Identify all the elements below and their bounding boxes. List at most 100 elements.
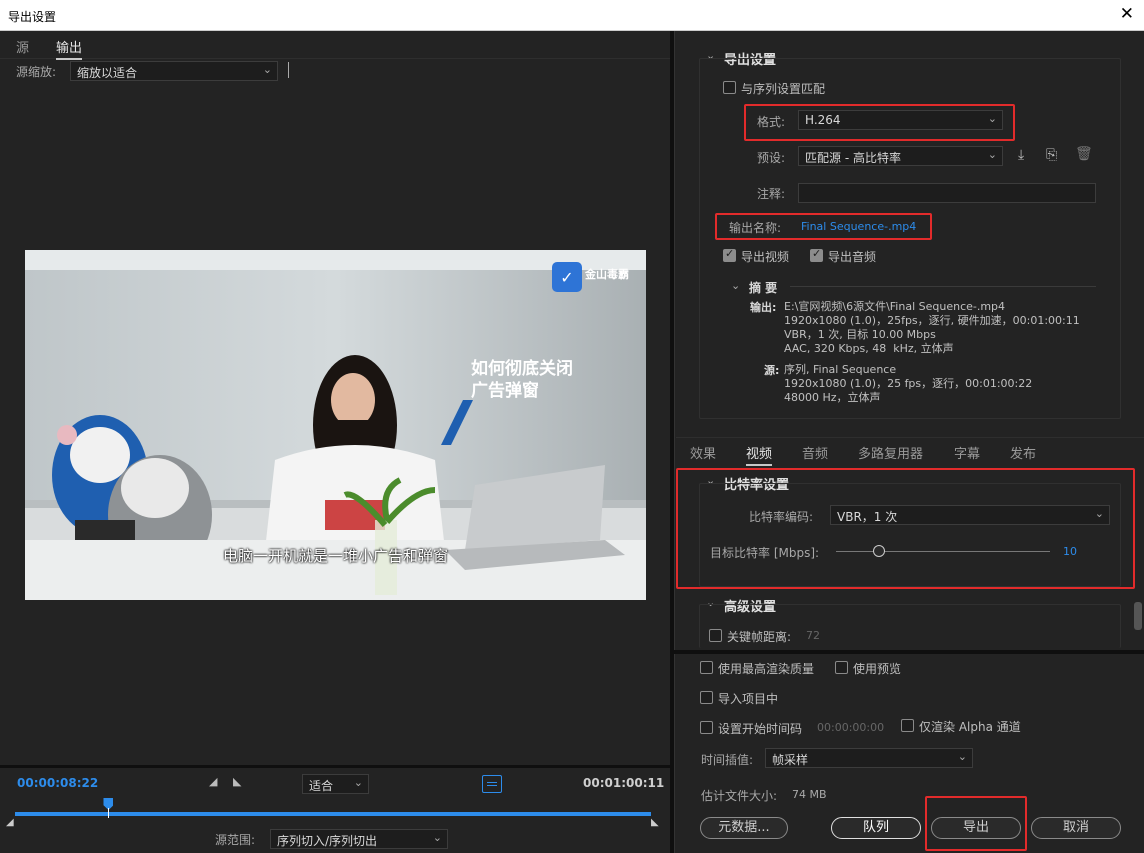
interp-select[interactable]: 帧采样 ⌄ [765,748,973,768]
summary-source-line: 序列, Final Sequence [784,363,897,376]
summary-collapse-icon[interactable]: ⌄ [731,279,740,292]
tab-effects[interactable]: 效果 [690,443,716,462]
video-preview: ✓ 如何彻底关闭 广告弹窗 金山毒霸 电脑一开机就是一堆小广告和弹窗 [25,250,646,600]
alpha-only-checkbox[interactable] [901,719,914,732]
interp-value: 帧采样 [772,753,809,767]
playhead-line [108,808,109,818]
preset-value: 匹配源 - 高比特率 [805,151,901,165]
chevron-down-icon: ⌄ [987,148,997,161]
mark-in-icon[interactable]: ◢ [209,775,217,788]
settings-tabs: 效果 视频 音频 多路复用器 字幕 发布 [676,437,1144,466]
summary-output-line: AAC, 320 Kbps, 48 kHz, 立体声 [784,342,954,355]
timeline-divider [0,765,670,768]
keyframe-value: 72 [806,629,820,642]
summary-output-line: VBR，1 次, 目标 10.00 Mbps [784,328,936,341]
queue-button[interactable]: 队列 [831,817,921,839]
export-video-label: 导出视频 [741,250,790,264]
export-audio-label: 导出音频 [828,250,877,264]
tab-audio[interactable]: 音频 [802,443,828,462]
summary-heading: 摘 要 [749,281,778,295]
highlight-output-name [715,213,932,240]
start-timecode-value: 00:00:00:00 [817,721,885,734]
zoom-value: 缩放以适合 [77,66,138,80]
chevron-down-icon: ⌄ [353,776,363,789]
alpha-only-label: 仅渲染 Alpha 通道 [919,720,1021,734]
fit-select[interactable]: 适合 ⌄ [302,774,369,794]
tab-output[interactable]: 输出 [56,37,83,60]
trash-icon[interactable]: 🗑 [1075,146,1093,162]
video-title-overlay: 如何彻底关闭 广告弹窗 [471,358,573,402]
range-start-icon[interactable]: ◢ [6,817,14,828]
preset-label: 预设: [757,151,786,165]
max-quality-label: 使用最高渲染质量 [718,662,815,676]
filesize-value: 74 MB [792,788,827,801]
range-end-icon[interactable]: ◣ [651,817,659,828]
tab-multiplexer[interactable]: 多路复用器 [858,443,923,462]
options-divider [674,650,1144,654]
timeline-bar[interactable] [15,812,651,816]
window-title: 导出设置 [8,10,57,24]
filesize-label: 估计文件大小: [701,789,778,803]
preset-select[interactable]: 匹配源 - 高比特率 ⌄ [798,146,1003,166]
export-audio-checkbox[interactable] [810,247,823,262]
zoom-label: 源缩放: [16,65,57,79]
import-preset-icon[interactable]: ⎘ [1046,147,1057,163]
cursor-divider [288,62,289,78]
export-video-checkbox[interactable] [723,247,736,262]
mark-out-icon[interactable]: ◣ [233,775,241,788]
highlight-bitrate [676,468,1135,589]
svg-text:✓: ✓ [560,268,573,287]
comment-input[interactable] [798,183,1096,203]
import-project-label: 导入项目中 [718,692,779,706]
summary-source-line: 1920x1080 (1.0)，25 fps，逐行，00:01:00:22 [784,377,1033,390]
interp-label: 时间插值: [701,753,754,767]
summary-output-line: 1920x1080 (1.0)，25fps，逐行, 硬件加速，00:01:00:… [784,314,1080,327]
video-title-line2: 广告弹窗 [471,381,539,401]
scrollbar-thumb[interactable] [1134,602,1142,630]
keyframe-label: 关键帧距离: [727,630,792,644]
metadata-button[interactable]: 元数据... [700,817,788,839]
video-title-line1: 如何彻底关闭 [471,359,573,379]
summary-rule [790,286,1096,287]
title-bar: 导出设置 ✕ [0,0,1144,31]
chevron-down-icon: ⌄ [262,63,272,76]
safe-margin-icon[interactable] [482,775,502,793]
tab-publish[interactable]: 发布 [1010,443,1036,462]
end-timecode: 00:01:00:11 [583,776,665,790]
range-label: 源范围: [215,833,256,847]
chevron-down-icon: ⌄ [957,750,967,763]
current-timecode[interactable]: 00:00:08:22 [17,776,98,790]
left-tabs: 源 输出 [0,31,670,60]
tab-video[interactable]: 视频 [746,443,773,466]
tab-source[interactable]: 源 [16,37,29,56]
download-preset-icon[interactable]: ⤓ [1018,147,1024,163]
use-preview-checkbox[interactable] [835,661,848,674]
max-quality-checkbox[interactable] [700,661,713,674]
fit-value: 适合 [309,779,334,793]
logo-text: 金山毒霸 [585,268,629,281]
range-value: 序列切入/序列切出 [277,834,378,848]
summary-output-key: 输出: [750,301,777,314]
summary-output-text: E:\官网视频\6源文件\Final Sequence-.mp4 1920x108… [784,300,1080,356]
match-sequence-checkbox[interactable] [723,81,736,94]
zoom-select[interactable]: 缩放以适合 ⌄ [70,61,278,81]
match-sequence-label: 与序列设置匹配 [741,82,826,96]
start-timecode-label: 设置开始时间码 [718,722,803,736]
import-project-checkbox[interactable] [700,691,713,704]
comment-label: 注释: [757,187,786,201]
highlight-format [744,104,1015,141]
tab-captions[interactable]: 字幕 [954,443,980,462]
range-select[interactable]: 序列切入/序列切出 ⌄ [270,829,448,849]
summary-source-line: 48000 Hz，立体声 [784,391,881,404]
summary-output-line: E:\官网视频\6源文件\Final Sequence-.mp4 [784,300,1006,313]
video-subtitle: 电脑一开机就是一堆小广告和弹窗 [222,547,448,565]
close-icon[interactable]: ✕ [1120,4,1134,24]
start-timecode-checkbox[interactable] [700,721,713,734]
use-preview-label: 使用预览 [853,662,902,676]
cancel-button[interactable]: 取消 [1031,817,1121,839]
chevron-down-icon: ⌄ [432,831,442,844]
summary-source-key: 源: [764,364,780,377]
keyframe-checkbox[interactable] [709,629,722,642]
summary-source-text: 序列, Final Sequence 1920x1080 (1.0)，25 fps… [784,363,1032,405]
highlight-export [925,796,1027,851]
